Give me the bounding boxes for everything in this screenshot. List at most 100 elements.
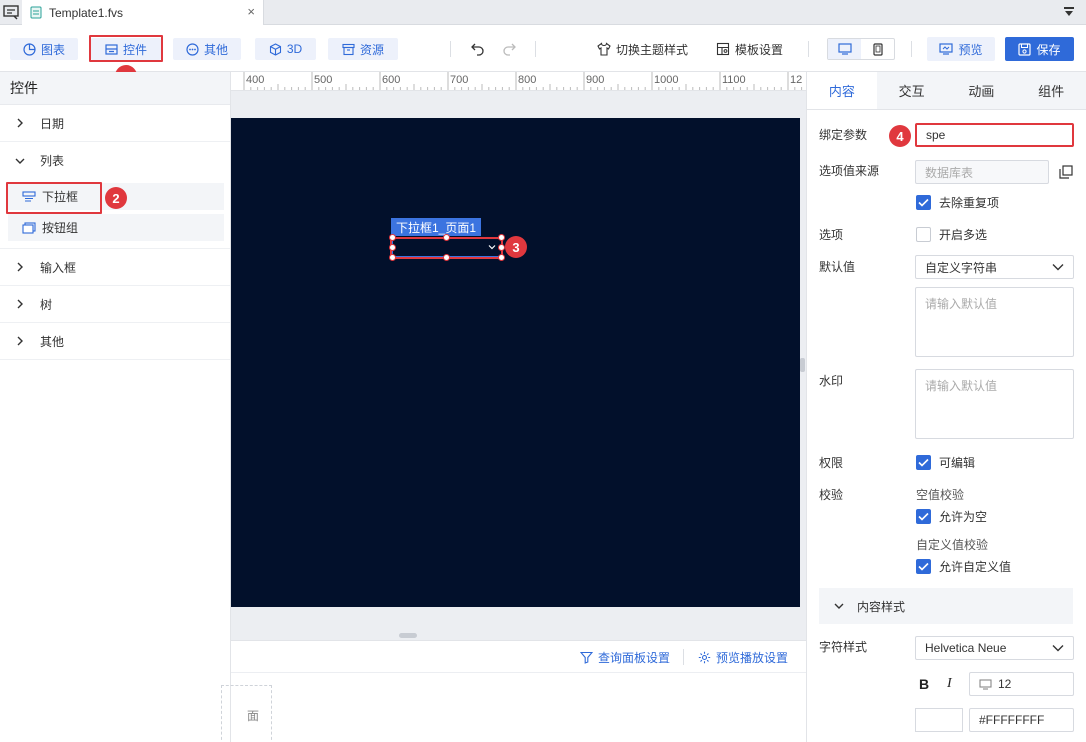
- switch-theme-button[interactable]: 切换主题样式: [597, 38, 688, 60]
- shirt-icon: [597, 42, 611, 56]
- resize-handle[interactable]: [498, 254, 505, 261]
- toolbar-divider: [911, 41, 912, 57]
- redo-icon[interactable]: [502, 41, 517, 56]
- category-input-label: 输入框: [40, 260, 77, 275]
- tab-title: Template1.fvs: [49, 5, 124, 20]
- save-label: 保存: [1036, 42, 1061, 57]
- font-size-input[interactable]: 12: [969, 672, 1074, 696]
- ruler-label: 12: [790, 74, 803, 86]
- check-icon: [916, 509, 931, 524]
- font-family-select[interactable]: Helvetica Neue: [915, 636, 1074, 660]
- category-tree-label: 树: [40, 297, 53, 312]
- toolbar-divider: [808, 41, 809, 57]
- filter-icon: [580, 651, 593, 664]
- content-style-section[interactable]: 内容样式: [819, 588, 1073, 624]
- tab-component[interactable]: 组件: [1016, 72, 1086, 109]
- resize-handle[interactable]: [389, 234, 396, 241]
- tab-content[interactable]: 内容: [807, 72, 877, 109]
- resize-handle[interactable]: [389, 244, 396, 251]
- chart-button[interactable]: 图表: [10, 38, 78, 60]
- allow-empty-label: 允许为空: [939, 510, 988, 524]
- close-tab-icon[interactable]: ×: [247, 5, 255, 19]
- bind-param-input[interactable]: spe: [915, 123, 1074, 147]
- page-thumbnail[interactable]: 面: [221, 685, 272, 742]
- category-input[interactable]: 输入框: [0, 249, 230, 286]
- watermark-textarea[interactable]: 请输入默认值: [915, 369, 1074, 439]
- italic-button[interactable]: I: [947, 676, 952, 692]
- app-icon[interactable]: [3, 4, 19, 20]
- chevron-down-icon: [1052, 645, 1064, 652]
- option-source-label: 选项值来源: [819, 164, 880, 178]
- dedupe-checkbox[interactable]: 去除重复项: [916, 194, 999, 211]
- template-settings-button[interactable]: 模板设置: [716, 38, 783, 60]
- watermark-label: 水印: [819, 374, 844, 388]
- preview-play-settings-button[interactable]: 预览播放设置: [698, 649, 788, 666]
- option-source-input[interactable]: 数据库表: [915, 160, 1049, 184]
- font-color-swatch[interactable]: [915, 708, 963, 732]
- resource-button[interactable]: 资源: [328, 38, 398, 60]
- chevron-down-icon: [15, 158, 25, 164]
- resize-handle[interactable]: [498, 234, 505, 241]
- resize-handle[interactable]: [443, 234, 450, 241]
- font-color-input[interactable]: #FFFFFFFF: [969, 708, 1074, 732]
- default-value-label: 默认值: [819, 260, 856, 274]
- allow-empty-checkbox[interactable]: 允许为空: [916, 508, 987, 525]
- preview-button[interactable]: 预览: [927, 37, 995, 61]
- ruler-label: 400: [246, 74, 265, 86]
- permission-label: 权限: [819, 456, 844, 470]
- category-date[interactable]: 日期: [0, 105, 230, 142]
- save-button[interactable]: 保存: [1005, 37, 1074, 61]
- other-button-label: 其他: [203, 42, 228, 57]
- tab-animation[interactable]: 动画: [947, 72, 1017, 109]
- chevron-down-icon: [1052, 264, 1064, 271]
- preview-label: 预览: [958, 42, 983, 57]
- design-canvas[interactable]: 下拉框1_页面1 3: [231, 118, 800, 607]
- resize-handle[interactable]: [498, 244, 505, 251]
- resize-handle[interactable]: [443, 254, 450, 261]
- undo-icon[interactable]: [470, 41, 485, 56]
- other-button[interactable]: 其他: [173, 38, 241, 60]
- category-other[interactable]: 其他: [0, 323, 230, 360]
- default-value-select[interactable]: 自定义字符串: [915, 255, 1074, 279]
- template-grid-icon: [716, 42, 730, 56]
- widget-button-group[interactable]: 按钮组: [8, 214, 224, 241]
- empty-validation-label: 空值校验: [916, 488, 965, 502]
- properties-tabs: 内容 交互 动画 组件: [807, 72, 1086, 110]
- annotation-badge-3: 3: [505, 236, 527, 258]
- editable-checkbox[interactable]: 可编辑: [916, 454, 975, 471]
- bold-button[interactable]: B: [919, 676, 929, 692]
- bottom-divider-line: [231, 672, 806, 673]
- allow-custom-checkbox[interactable]: 允许自定义值: [916, 558, 1011, 575]
- chevron-right-icon: [17, 299, 23, 309]
- menu-down-icon[interactable]: [1062, 5, 1076, 19]
- check-icon: [916, 559, 931, 574]
- default-value-textarea[interactable]: 请输入默认值: [915, 287, 1074, 357]
- switch-theme-label: 切换主题样式: [616, 42, 689, 57]
- category-list[interactable]: 列表: [0, 142, 230, 179]
- category-tree[interactable]: 树: [0, 286, 230, 323]
- toolbar-divider: [450, 41, 451, 57]
- ruler-label: 900: [586, 74, 605, 86]
- resize-handle[interactable]: [389, 254, 396, 261]
- ruler-label: 1100: [722, 74, 746, 86]
- file-tab[interactable]: Template1.fvs ×: [22, 0, 264, 25]
- horizontal-splitter-handle[interactable]: [800, 358, 805, 372]
- horizontal-ruler: 400 500 600 700 800 900 1000 1100 12: [231, 72, 806, 91]
- custom-validation-label: 自定义值校验: [916, 538, 989, 552]
- preview-play-settings-label: 预览播放设置: [716, 651, 789, 665]
- editable-label: 可编辑: [939, 456, 976, 470]
- query-panel-settings-button[interactable]: 查询面板设置: [580, 649, 670, 666]
- mobile-view-button[interactable]: [861, 39, 894, 59]
- annotation-box-2: [6, 182, 102, 214]
- check-icon: [916, 195, 931, 210]
- vertical-splitter-handle[interactable]: [399, 633, 417, 638]
- component-name-tag: 下拉框1_页面1: [391, 218, 482, 236]
- desktop-view-button[interactable]: [828, 39, 861, 59]
- multi-select-checkbox[interactable]: 开启多选: [916, 226, 987, 243]
- tab-interaction[interactable]: 交互: [877, 72, 947, 109]
- chart-pie-icon: [23, 42, 36, 56]
- copy-icon[interactable]: [1059, 165, 1073, 179]
- ruler-label: 700: [450, 74, 469, 86]
- three-d-button[interactable]: 3D: [255, 38, 316, 60]
- tab-bar: Template1.fvs ×: [0, 0, 1086, 25]
